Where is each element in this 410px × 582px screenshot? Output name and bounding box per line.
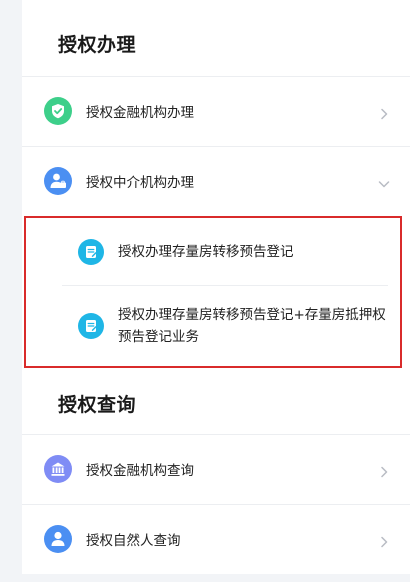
chevron-right-icon [378, 463, 390, 478]
menu-item-agency-handling[interactable]: 授权中介机构办理 [22, 146, 410, 216]
document-edit-icon [78, 313, 104, 339]
authorization-handling-card: 授权办理 授权金融机构办理 授权中介机构办理 授权办理存量房转移预告登记 授权办… [22, 0, 410, 372]
menu-item-label: 授权金融机构查询 [86, 463, 194, 479]
bank-icon [44, 455, 72, 483]
menu-item-label: 授权金融机构办理 [86, 105, 194, 121]
person-icon [44, 525, 72, 553]
section-title-authorization-query: 授权查询 [58, 394, 137, 416]
document-edit-icon [78, 239, 104, 265]
chevron-down-icon [378, 175, 390, 188]
agent-person-icon [44, 167, 72, 195]
menu-item-label: 授权自然人查询 [86, 533, 181, 549]
section-title-authorization-handling: 授权办理 [58, 34, 137, 56]
sub-item-stock-house-transfer-and-mortgage-registration[interactable]: 授权办理存量房转移预告登记+存量房抵押权预告登记业务 [22, 286, 410, 368]
shield-check-icon [44, 97, 72, 125]
sub-item-stock-house-transfer-registration[interactable]: 授权办理存量房转移预告登记 [22, 218, 410, 286]
page: 授权办理 授权金融机构办理 授权中介机构办理 授权办理存量房转移预告登记 授权办… [0, 0, 410, 582]
authorization-query-card: 授权查询 授权金融机构查询 授权自然人查询 [22, 372, 410, 574]
sub-item-label: 授权办理存量房转移预告登记+存量房抵押权预告登记业务 [118, 307, 386, 345]
chevron-right-icon [378, 105, 390, 120]
menu-item-financial-institution-query[interactable]: 授权金融机构查询 [22, 434, 410, 504]
menu-item-financial-institution-handling[interactable]: 授权金融机构办理 [22, 76, 410, 146]
menu-item-natural-person-query[interactable]: 授权自然人查询 [22, 504, 410, 574]
sub-item-label: 授权办理存量房转移预告登记 [118, 244, 294, 260]
menu-item-label: 授权中介机构办理 [86, 175, 194, 191]
chevron-right-icon [378, 533, 390, 548]
